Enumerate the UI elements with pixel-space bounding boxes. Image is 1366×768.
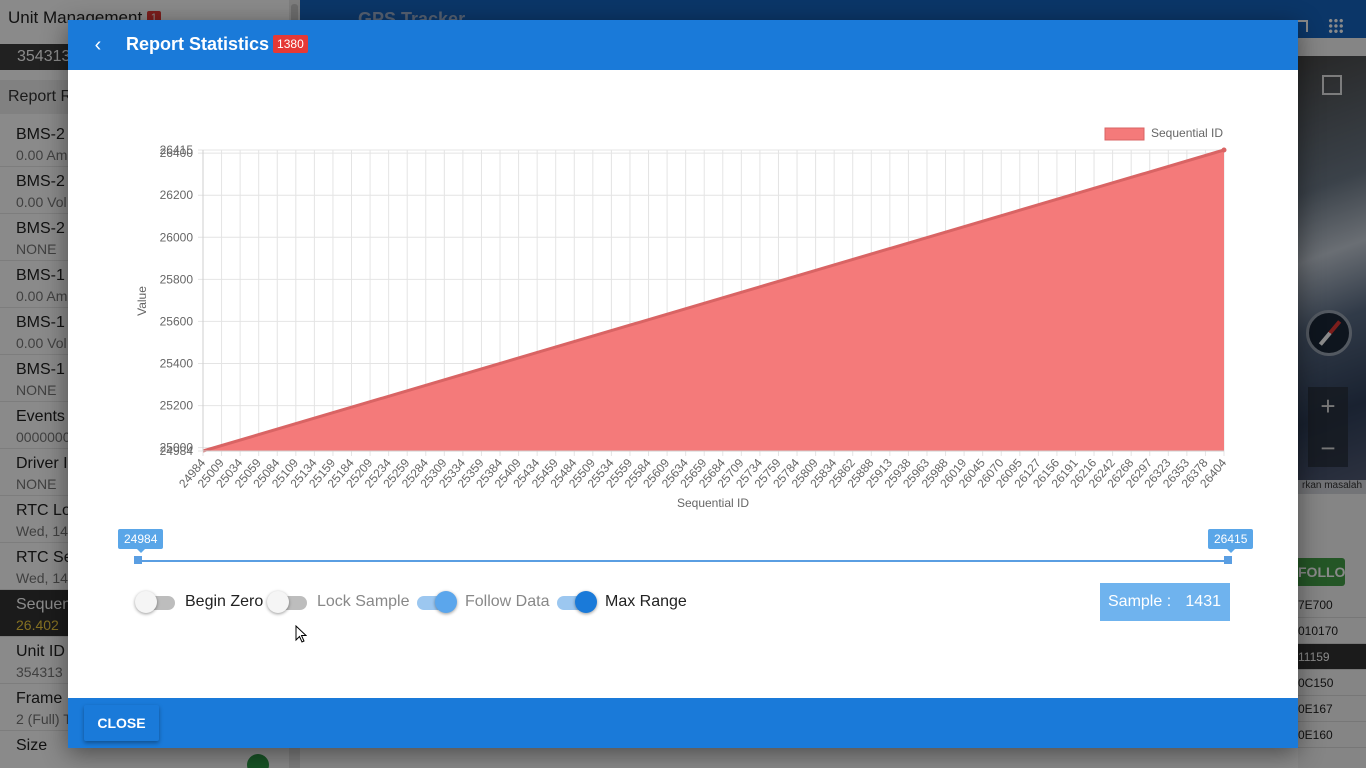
range-slider-track[interactable] xyxy=(138,560,1228,562)
toggle-knob xyxy=(135,591,157,613)
range-max-handle[interactable] xyxy=(1224,556,1232,564)
mouse-cursor-icon xyxy=(295,625,307,643)
y-tick-label: 26000 xyxy=(160,230,194,244)
follow-data-label: Follow Data xyxy=(465,593,550,610)
range-max-label: 26415 xyxy=(1208,529,1254,553)
range-min-handle[interactable] xyxy=(134,556,142,564)
y-axis: 2498425000252002540025600258002600026200… xyxy=(160,143,204,458)
y-tick-label: 25800 xyxy=(160,272,194,286)
dialog-count-badge: 1380 xyxy=(273,35,308,53)
back-chevron-icon[interactable]: ‹ xyxy=(90,35,106,55)
y-tick-label: 25400 xyxy=(160,356,194,370)
chart-series xyxy=(202,147,1227,453)
y-tick-label: 25200 xyxy=(160,399,194,413)
sample-label: Sample : xyxy=(1108,593,1172,610)
dialog-title-text: Report Statistics xyxy=(126,34,270,54)
chart-legend[interactable]: Sequential ID xyxy=(1104,126,1223,141)
dialog-title: Report Statistics 1380 xyxy=(126,34,308,55)
begin-zero-label: Begin Zero xyxy=(185,593,264,610)
toggle-knob xyxy=(575,591,597,613)
y-tick-label: 25000 xyxy=(160,441,194,455)
toggle-knob xyxy=(267,591,289,613)
series-end-point[interactable] xyxy=(1221,147,1227,153)
x-axis-title: Sequential ID xyxy=(677,496,749,510)
y-tick-label: 26415 xyxy=(160,143,194,157)
y-tick-label: 25600 xyxy=(160,314,194,328)
y-axis-title: Value xyxy=(135,286,149,316)
sample-field[interactable]: Sample : 1431 xyxy=(1100,583,1230,621)
max-range-label: Max Range xyxy=(605,593,687,610)
sequential-id-chart: 2498425000252002540025600258002600026200… xyxy=(135,126,1230,510)
lock-sample-label: Lock Sample xyxy=(317,593,410,610)
legend-swatch xyxy=(1104,127,1145,141)
close-button[interactable]: CLOSE xyxy=(84,705,159,741)
report-statistics-dialog: ‹ Report Statistics 1380 24984 25000 25200 2… xyxy=(68,20,1298,748)
legend-label: Sequential ID xyxy=(1151,126,1223,140)
y-tick-label: 26200 xyxy=(160,188,194,202)
x-axis: 2498425009250342505925084251092513425159… xyxy=(176,450,1230,490)
toggle-knob xyxy=(435,591,457,613)
sample-value: 1431 xyxy=(1185,593,1221,610)
dialog-footer: CLOSE xyxy=(68,698,1298,748)
dialog-header: ‹ Report Statistics 1380 xyxy=(68,20,1298,70)
range-min-label: 24984 xyxy=(118,529,164,553)
